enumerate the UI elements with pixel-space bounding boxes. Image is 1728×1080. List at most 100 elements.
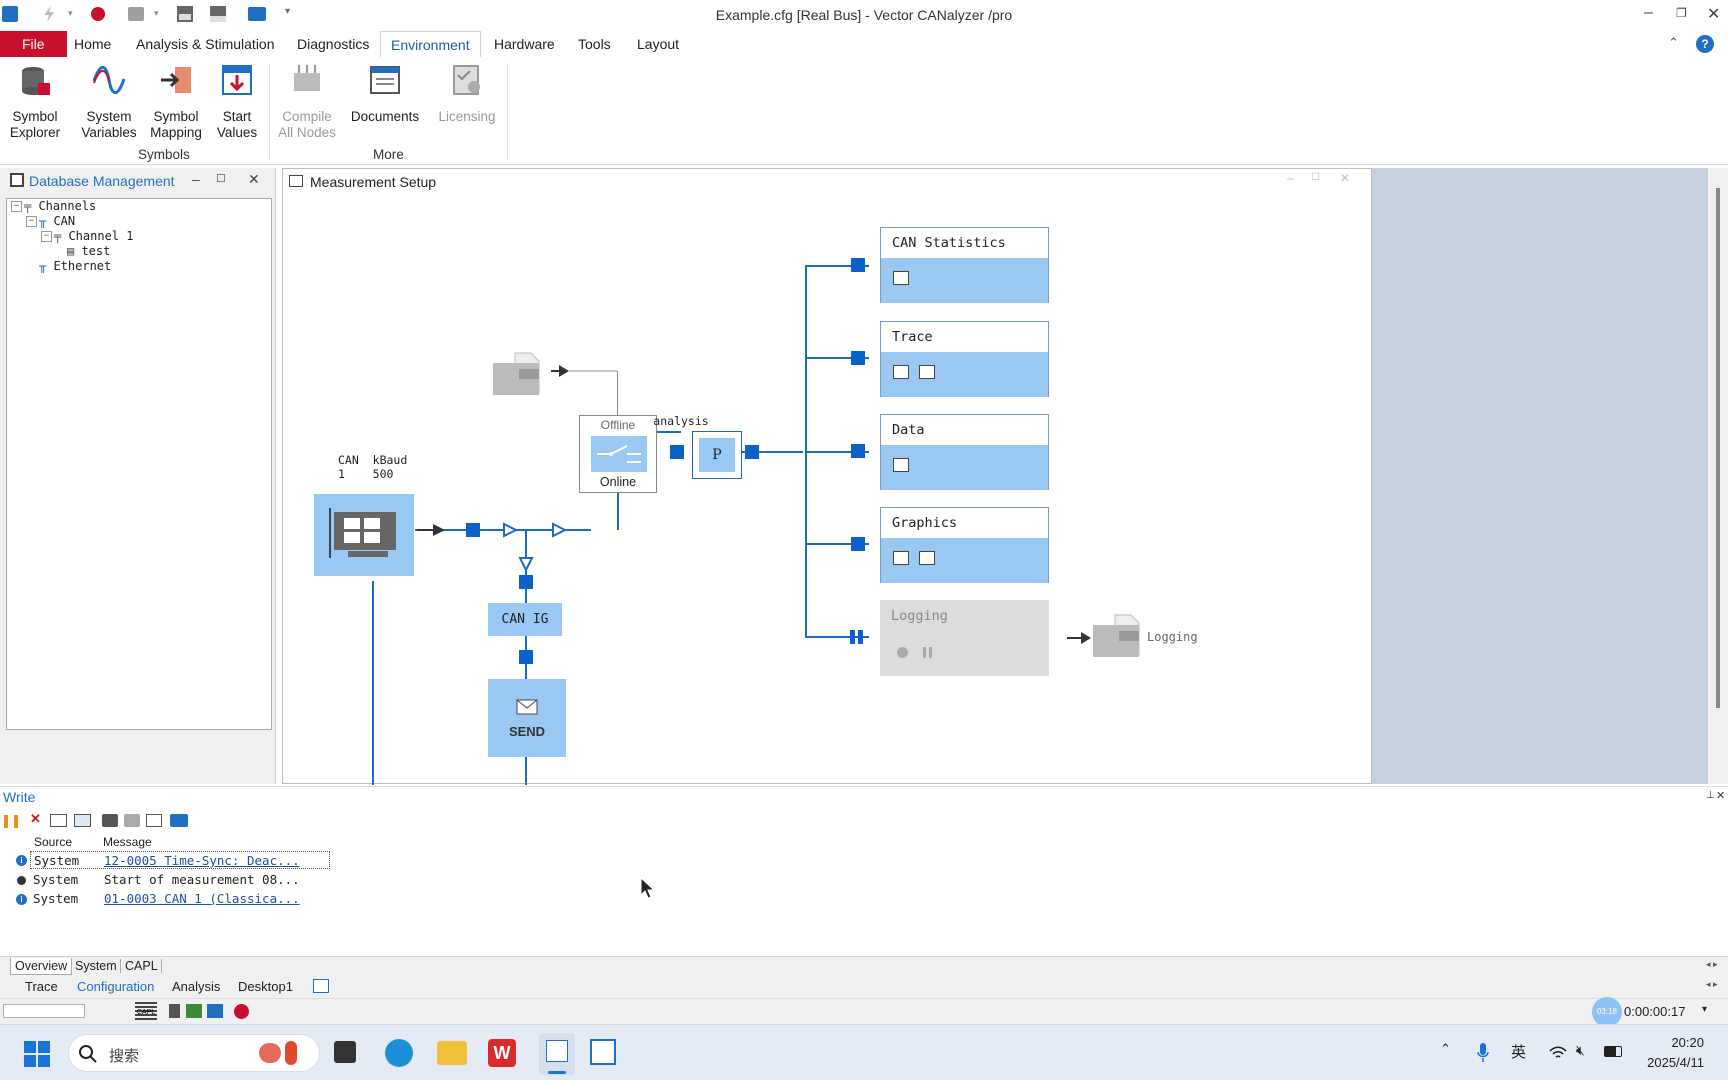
tree-node-channels[interactable]: − ╤ Channels bbox=[11, 199, 96, 214]
desktop-tab-analysis[interactable]: Analysis bbox=[172, 979, 220, 994]
logging-block[interactable]: Logging bbox=[880, 600, 1049, 676]
desktop-tab-trace[interactable]: Trace bbox=[25, 979, 58, 994]
find-icon[interactable] bbox=[102, 814, 118, 827]
tree-node-channel-1[interactable]: − ╤ Channel 1 bbox=[41, 229, 133, 244]
edge-browser-icon[interactable] bbox=[385, 1039, 413, 1067]
filter-triangle-icon[interactable] bbox=[502, 522, 518, 538]
collapse-ribbon-icon[interactable]: ⌃ bbox=[1668, 35, 1679, 51]
compile-all-nodes-button[interactable]: Compile All Nodes bbox=[276, 63, 338, 141]
restore-button[interactable]: ❐ bbox=[1676, 6, 1687, 20]
menu-layout[interactable]: Layout bbox=[627, 31, 689, 57]
filter-triangle-icon[interactable] bbox=[518, 556, 534, 572]
clear-icon[interactable]: ✕ bbox=[30, 811, 41, 827]
logging-pause-icon[interactable] bbox=[923, 647, 926, 658]
write-row[interactable]: System 12-0005 Time-Sync: Deac... bbox=[30, 851, 330, 869]
logging-record-icon[interactable] bbox=[897, 647, 908, 658]
connector-node[interactable] bbox=[670, 445, 684, 459]
graphics-block[interactable]: Graphics bbox=[880, 507, 1049, 583]
connector-node[interactable] bbox=[519, 650, 533, 664]
show-hidden-icons[interactable]: ⌃ bbox=[1440, 1041, 1451, 1057]
help-icon[interactable]: ? bbox=[1696, 35, 1714, 53]
tab-scroll-arrows[interactable]: ◂ ▸ bbox=[1706, 959, 1718, 970]
task-view-icon[interactable] bbox=[334, 1041, 356, 1063]
trace-list-icon[interactable] bbox=[919, 365, 935, 379]
tab-system[interactable]: System bbox=[72, 959, 121, 973]
desktop-tab-desktop1[interactable]: Desktop1 bbox=[238, 979, 293, 994]
analysis-program-block[interactable]: P bbox=[692, 431, 742, 479]
trace-window-icon[interactable] bbox=[893, 365, 909, 379]
write-row[interactable]: System Start of measurement 08... bbox=[30, 871, 300, 889]
system-variables-button[interactable]: System Variables bbox=[78, 63, 140, 141]
filter-triangle-icon[interactable] bbox=[551, 522, 567, 538]
menu-home[interactable]: Home bbox=[64, 31, 121, 57]
close-button[interactable]: ✕ bbox=[1707, 4, 1720, 24]
menu-environment[interactable]: Environment bbox=[380, 31, 481, 57]
sync-status-icon[interactable] bbox=[234, 1004, 249, 1019]
clear-all-icon[interactable] bbox=[74, 814, 91, 827]
licensing-button[interactable]: Licensing bbox=[434, 63, 500, 125]
documents-button[interactable]: Documents bbox=[350, 63, 420, 125]
timer-badge[interactable]: 03:18 bbox=[1592, 997, 1622, 1027]
clock-dropdown-icon[interactable]: ▾ bbox=[1702, 1004, 1707, 1015]
can-statistics-block[interactable]: CAN Statistics bbox=[880, 227, 1049, 303]
battery-icon[interactable] bbox=[1604, 1046, 1622, 1057]
can-ig-block[interactable]: CAN IG bbox=[488, 603, 562, 636]
capl-icon[interactable]: CAPL bbox=[135, 1002, 157, 1020]
graphics-window-icon[interactable] bbox=[893, 551, 909, 565]
data-block[interactable]: Data bbox=[880, 414, 1049, 490]
tree-node-ethernet[interactable]: ╥ Ethernet bbox=[39, 259, 111, 274]
window-minimize-button[interactable]: – bbox=[1287, 171, 1294, 185]
copy-icon[interactable] bbox=[124, 814, 140, 827]
panel-minimize-button[interactable]: – bbox=[192, 171, 200, 187]
configure-icon[interactable] bbox=[170, 814, 188, 827]
desktop-tab-configuration[interactable]: Configuration bbox=[77, 979, 154, 994]
connector-node[interactable] bbox=[851, 537, 865, 551]
menu-tools[interactable]: Tools bbox=[568, 31, 621, 57]
microphone-icon[interactable] bbox=[1477, 1043, 1489, 1063]
panel-close-button[interactable]: ✕ bbox=[248, 171, 260, 188]
tree-node-test[interactable]: ▤ test bbox=[67, 244, 110, 259]
scrollbar-thumb[interactable] bbox=[1716, 188, 1720, 708]
volume-muted-icon[interactable]: 🔇︎ bbox=[1576, 1042, 1585, 1059]
windows-start-icon[interactable] bbox=[24, 1041, 50, 1067]
connector-node[interactable] bbox=[745, 445, 759, 459]
write-close-button[interactable]: ✕ bbox=[1716, 789, 1725, 802]
can-interface-block[interactable] bbox=[314, 494, 414, 576]
write-message-link[interactable]: 01-0003 CAN 1 (Classica... bbox=[104, 890, 300, 908]
taskbar-clock[interactable]: 20:20 2025/4/11 bbox=[1640, 1033, 1704, 1073]
canalyzer-taskbar-button[interactable] bbox=[539, 1033, 575, 1075]
symbol-mapping-button[interactable]: Symbol Mapping bbox=[146, 63, 206, 141]
column-message-header[interactable]: Message bbox=[103, 835, 152, 849]
menu-diagnostics[interactable]: Diagnostics bbox=[287, 31, 379, 57]
menu-hardware[interactable]: Hardware bbox=[484, 31, 565, 57]
start-values-button[interactable]: Start Values bbox=[212, 63, 262, 141]
file-explorer-icon[interactable] bbox=[437, 1041, 467, 1065]
connector-node[interactable] bbox=[466, 523, 480, 537]
menu-file[interactable]: File bbox=[0, 31, 67, 57]
tab-overview[interactable]: Overview bbox=[10, 958, 73, 975]
tab-capl[interactable]: CAPL bbox=[122, 959, 162, 973]
tree-node-can[interactable]: − ╥ CAN bbox=[26, 214, 75, 229]
export-icon[interactable] bbox=[146, 814, 162, 827]
window-close-button[interactable]: ✕ bbox=[1340, 171, 1350, 185]
data-window-icon[interactable] bbox=[893, 458, 909, 472]
collapse-toggle-icon[interactable]: − bbox=[26, 216, 37, 227]
connector-node[interactable] bbox=[851, 258, 865, 272]
logging-file-icon[interactable] bbox=[1093, 613, 1145, 661]
vertical-scrollbar[interactable] bbox=[1708, 168, 1728, 784]
statistics-window-icon[interactable] bbox=[893, 271, 909, 285]
graphics-list-icon[interactable] bbox=[919, 551, 935, 565]
pause-icon[interactable] bbox=[4, 815, 18, 828]
send-block[interactable]: SEND bbox=[488, 679, 566, 757]
minimize-button[interactable]: – bbox=[1644, 4, 1653, 22]
database-status-icon[interactable] bbox=[169, 1004, 180, 1018]
replay-file-icon[interactable] bbox=[493, 349, 549, 399]
ime-indicator[interactable]: 英 bbox=[1511, 1041, 1526, 1062]
panel-status-icon[interactable] bbox=[207, 1004, 223, 1018]
taskbar-search-box[interactable]: 搜索 bbox=[68, 1034, 320, 1072]
write-message-link[interactable]: 12-0005 Time-Sync: Deac... bbox=[104, 852, 300, 870]
plugin-status-icon[interactable] bbox=[186, 1004, 202, 1018]
pause-connector-right[interactable] bbox=[858, 630, 863, 644]
connector-node[interactable] bbox=[519, 575, 533, 589]
canalyzer-secondary-icon[interactable] bbox=[590, 1039, 616, 1065]
